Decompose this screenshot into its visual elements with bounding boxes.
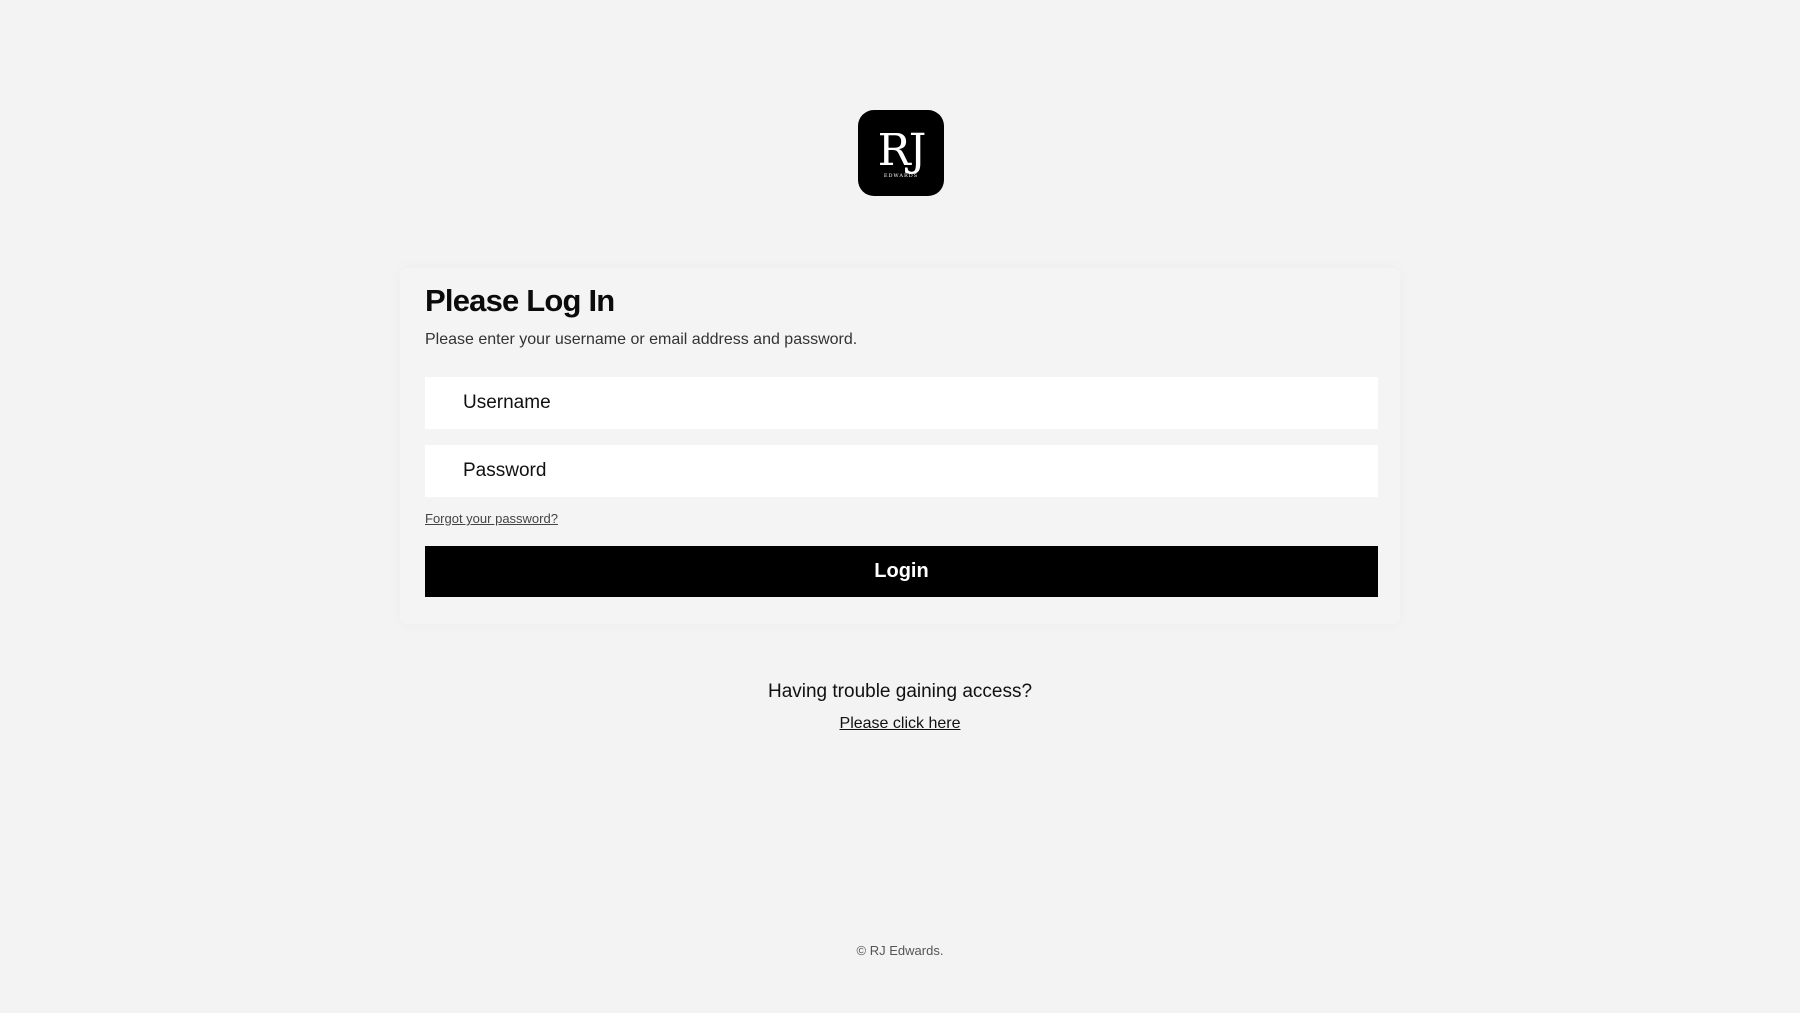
password-input[interactable] [425, 445, 1378, 497]
access-help-row: Please click here [0, 715, 1800, 733]
access-help-text: Having trouble gaining access? [767, 681, 1033, 702]
forgot-password-link[interactable]: Forgot your password? [425, 511, 558, 526]
login-page: RJ EDWARDS Please Log In Please enter yo… [0, 0, 1800, 1013]
logo-mark: RJ [877, 125, 927, 176]
access-help-link[interactable]: Please click here [840, 715, 961, 732]
footer-copyright: © RJ Edwards. [856, 943, 944, 958]
page-title: Please Log In [425, 283, 615, 318]
brand-logo: RJ EDWARDS [858, 110, 944, 196]
login-instructions: Please enter your username or email addr… [425, 331, 858, 348]
login-button[interactable]: Login [425, 546, 1378, 597]
username-input[interactable] [425, 377, 1378, 429]
logo-subtext: EDWARDS [883, 173, 919, 179]
